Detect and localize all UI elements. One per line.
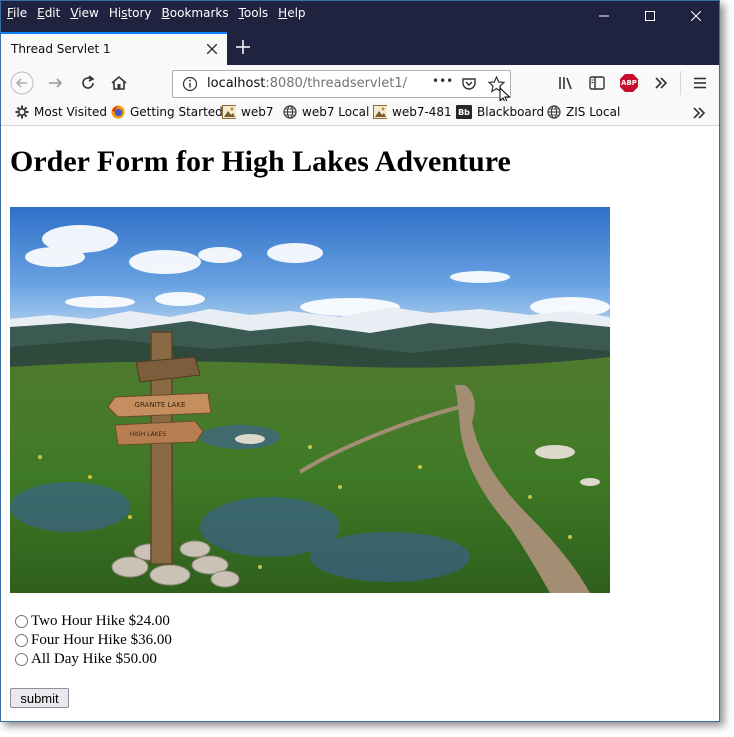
option-four-hour-hike[interactable]: Four Hour Hike $36.00 bbox=[15, 632, 172, 649]
globe-icon bbox=[547, 105, 561, 119]
option-label: All Day Hike $50.00 bbox=[31, 651, 157, 667]
menu-edit[interactable]: Edit bbox=[37, 6, 60, 20]
bookmark-label: Most Visited bbox=[34, 105, 108, 119]
tab-close-button[interactable] bbox=[206, 39, 218, 58]
menu-view[interactable]: View bbox=[70, 6, 98, 20]
image-icon bbox=[373, 105, 387, 119]
option-label: Two Hour Hike $24.00 bbox=[31, 613, 170, 629]
navigation-toolbar: localhost:8080/threadservlet1/ ••• ABP bbox=[1, 65, 719, 105]
option-two-hour-hike[interactable]: Two Hour Hike $24.00 bbox=[15, 613, 170, 630]
tab-title: Thread Servlet 1 bbox=[11, 42, 111, 56]
menu-file[interactable]: File bbox=[7, 6, 27, 20]
hamburger-menu-button[interactable] bbox=[688, 71, 712, 95]
sign-top-label: GRANITE LAKE bbox=[135, 401, 186, 409]
gear-icon bbox=[15, 105, 29, 119]
four-hour-hike-radio[interactable] bbox=[15, 634, 28, 647]
bookmark-zis-local[interactable]: ZIS Local bbox=[547, 105, 620, 119]
sidebar-icon bbox=[589, 76, 605, 90]
adblock-label: ABP bbox=[621, 79, 637, 87]
image-icon bbox=[222, 105, 236, 119]
bookmarks-overflow-button[interactable] bbox=[691, 105, 707, 121]
menu-tools[interactable]: Tools bbox=[239, 6, 269, 20]
library-icon bbox=[559, 77, 572, 90]
submit-button[interactable]: submit bbox=[10, 688, 69, 708]
page-content: Order Form for High Lakes Adventure GRAN… bbox=[1, 126, 719, 721]
sign-bottom-label: HIGH LAKES bbox=[130, 431, 167, 438]
reload-button[interactable] bbox=[76, 71, 100, 95]
reload-icon bbox=[82, 75, 95, 89]
bookmark-web7-481[interactable]: web7-481 bbox=[373, 105, 452, 119]
bookmark-label: Blackboard bbox=[477, 105, 545, 119]
adblock-plus-button[interactable]: ABP bbox=[617, 71, 641, 95]
sidebar-button[interactable] bbox=[585, 71, 609, 95]
bookmark-label: web7 Local bbox=[302, 105, 370, 119]
pocket-icon[interactable] bbox=[461, 76, 477, 92]
url-text: localhost:8080/threadservlet1/ bbox=[207, 76, 407, 91]
tab-thread-servlet[interactable]: Thread Servlet 1 bbox=[1, 32, 227, 65]
globe-icon bbox=[283, 105, 297, 119]
bookmark-getting-started[interactable]: Getting Started bbox=[111, 105, 223, 119]
forward-button[interactable] bbox=[43, 71, 67, 95]
bookmark-label: ZIS Local bbox=[566, 105, 621, 119]
close-icon bbox=[691, 11, 701, 21]
double-chevron-icon bbox=[655, 77, 668, 89]
maximize-icon bbox=[645, 11, 655, 21]
bookmark-web7[interactable]: web7 bbox=[222, 105, 273, 119]
bookmark-label: web7-481 bbox=[392, 105, 452, 119]
bookmark-label: web7 bbox=[241, 105, 274, 119]
all-day-hike-radio[interactable] bbox=[15, 653, 28, 666]
hamburger-icon bbox=[694, 77, 706, 89]
page-actions-button[interactable]: ••• bbox=[432, 74, 453, 88]
library-button[interactable] bbox=[554, 71, 578, 95]
url-bar[interactable]: localhost:8080/threadservlet1/ ••• bbox=[172, 70, 511, 98]
two-hour-hike-radio[interactable] bbox=[15, 615, 28, 628]
bookmark-most-visited[interactable]: Most Visited bbox=[15, 105, 107, 119]
new-tab-button[interactable] bbox=[233, 34, 253, 60]
home-button[interactable] bbox=[107, 71, 131, 95]
trail-sign-photo: GRANITE LAKE HIGH LAKES bbox=[10, 207, 610, 593]
maximize-button[interactable] bbox=[627, 1, 673, 31]
double-chevron-icon bbox=[693, 107, 706, 119]
bookmark-blackboard[interactable]: Bb Blackboard bbox=[456, 105, 544, 119]
menu-help[interactable]: Help bbox=[278, 6, 305, 20]
minimize-button[interactable] bbox=[581, 1, 627, 31]
page-title: Order Form for High Lakes Adventure bbox=[10, 145, 511, 178]
option-label: Four Hour Hike $36.00 bbox=[31, 632, 172, 648]
back-button[interactable] bbox=[10, 71, 34, 95]
minimize-icon bbox=[599, 15, 609, 17]
back-arrow-icon bbox=[10, 71, 34, 95]
menu-history[interactable]: History bbox=[109, 6, 152, 20]
info-icon bbox=[182, 76, 198, 92]
toolbar-separator bbox=[680, 71, 681, 95]
overflow-menu-button[interactable] bbox=[649, 71, 673, 95]
bookmark-web7-local[interactable]: web7 Local bbox=[283, 105, 369, 119]
close-window-button[interactable] bbox=[673, 1, 719, 31]
option-all-day-hike[interactable]: All Day Hike $50.00 bbox=[15, 651, 157, 668]
plus-icon bbox=[236, 40, 250, 54]
menu-bookmarks[interactable]: Bookmarks bbox=[162, 6, 229, 20]
bookmarks-toolbar: Most Visited Getting Started web7 web7 L… bbox=[1, 101, 719, 126]
home-icon bbox=[111, 75, 127, 90]
firefox-icon bbox=[111, 105, 125, 119]
title-bar: File Edit View History Bookmarks Tools H… bbox=[1, 1, 719, 65]
menu-bar: File Edit View History Bookmarks Tools H… bbox=[1, 1, 310, 25]
browser-window: File Edit View History Bookmarks Tools H… bbox=[0, 0, 720, 722]
bookmark-label: Getting Started bbox=[130, 105, 223, 119]
blackboard-icon: Bb bbox=[456, 105, 472, 119]
forward-arrow-icon bbox=[49, 78, 63, 88]
close-icon bbox=[206, 43, 218, 55]
